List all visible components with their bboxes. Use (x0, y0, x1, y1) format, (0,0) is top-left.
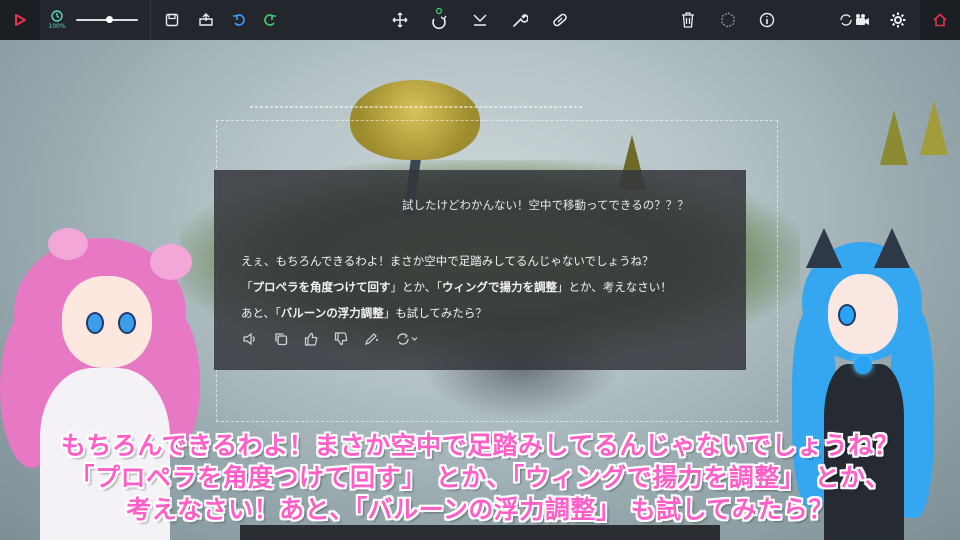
play-button[interactable] (0, 0, 40, 40)
reply-line-2: 「プロペラを角度つけて回す」とか、「ウィングで揚力を調整」とか、考えなさい！ (241, 280, 672, 294)
thumbs-down-icon (334, 332, 348, 346)
black-outfit (824, 364, 904, 540)
info-button[interactable] (755, 0, 779, 40)
undo-button[interactable] (227, 0, 251, 40)
hex-icon (721, 12, 735, 28)
rotate-icon (432, 7, 447, 30)
chest-gem (854, 356, 872, 374)
pink-haired-character (0, 228, 200, 540)
build-zone-edge (250, 106, 582, 108)
eye (838, 304, 856, 326)
regenerate-button[interactable] (396, 332, 420, 346)
read-aloud-button[interactable] (242, 332, 258, 346)
wrench-icon (513, 14, 528, 27)
divider (150, 0, 151, 40)
undo-icon (233, 14, 245, 26)
parts-bar (240, 525, 720, 540)
redo-icon (264, 14, 276, 26)
regenerate-icon (397, 333, 418, 345)
eye (118, 312, 136, 334)
blocks-button[interactable] (716, 0, 740, 40)
hair-ribbon (48, 228, 88, 260)
edit-icon (365, 333, 378, 345)
bad-response-button[interactable] (334, 332, 348, 346)
info-icon (759, 12, 775, 28)
eye (86, 312, 104, 334)
wrench-tool-button[interactable] (508, 0, 532, 40)
time-scale-button[interactable]: 100% (40, 0, 74, 40)
move-tool-button[interactable] (388, 0, 412, 40)
settings-button[interactable] (886, 0, 910, 40)
assistant-reply: えぇ、もちろんできるわよ！まさか空中で足踏みしてるんじゃないでしょうね？ 「プロ… (241, 248, 672, 326)
user-message: 試したけどわかんない！空中で移動ってできるの？？？ (402, 198, 689, 212)
cat-ear (806, 228, 842, 268)
flip-tool-button[interactable] (468, 0, 492, 40)
time-scale-label: 100% (48, 23, 66, 30)
home-icon (933, 13, 947, 27)
reply-line-3: あと、「バルーンの浮力調整」も試してみたら？ (241, 306, 487, 320)
chat-panel: 試したけどわかんない！空中で移動ってできるの？？？ えぇ、もちろんできるわよ！ま… (214, 170, 746, 370)
message-actions (242, 332, 420, 346)
cat-ear (874, 228, 910, 268)
redo-button[interactable] (258, 0, 282, 40)
load-button[interactable] (194, 0, 218, 40)
save-icon (165, 13, 179, 27)
white-dress (40, 368, 170, 540)
rotate-tool-button[interactable] (427, 0, 451, 40)
save-button[interactable] (160, 0, 184, 40)
time-scale-slider[interactable] (76, 16, 138, 23)
trash-icon (682, 12, 694, 28)
delete-button[interactable] (676, 0, 700, 40)
play-icon (15, 14, 26, 26)
chevron-down-icon (411, 337, 418, 341)
pill-icon (553, 13, 567, 27)
flip-icon (473, 14, 487, 26)
reply-line-1: えぇ、もちろんできるわよ！まさか空中で足踏みしてるんじゃないでしょうね？ (241, 254, 654, 268)
copy-icon (275, 333, 288, 346)
hair-ribbon (150, 244, 192, 280)
modifier-tool-button[interactable] (548, 0, 572, 40)
copy-button[interactable] (274, 332, 288, 346)
home-button[interactable] (920, 0, 960, 40)
top-toolbar: 100% (0, 0, 960, 40)
pine-tree (880, 110, 908, 165)
camera-swap-icon (840, 14, 869, 26)
clock-icon (51, 10, 63, 22)
edit-button[interactable] (364, 332, 380, 346)
speaker-icon (243, 332, 255, 346)
camera-switch-button[interactable] (836, 0, 872, 40)
slider-knob[interactable] (106, 16, 114, 23)
thumbs-up-icon (304, 332, 318, 346)
move-icon (392, 12, 408, 28)
gear-icon (890, 12, 906, 28)
pine-tree (920, 100, 948, 155)
load-icon (199, 13, 213, 26)
blue-haired-character (762, 228, 960, 540)
good-response-button[interactable] (304, 332, 318, 346)
